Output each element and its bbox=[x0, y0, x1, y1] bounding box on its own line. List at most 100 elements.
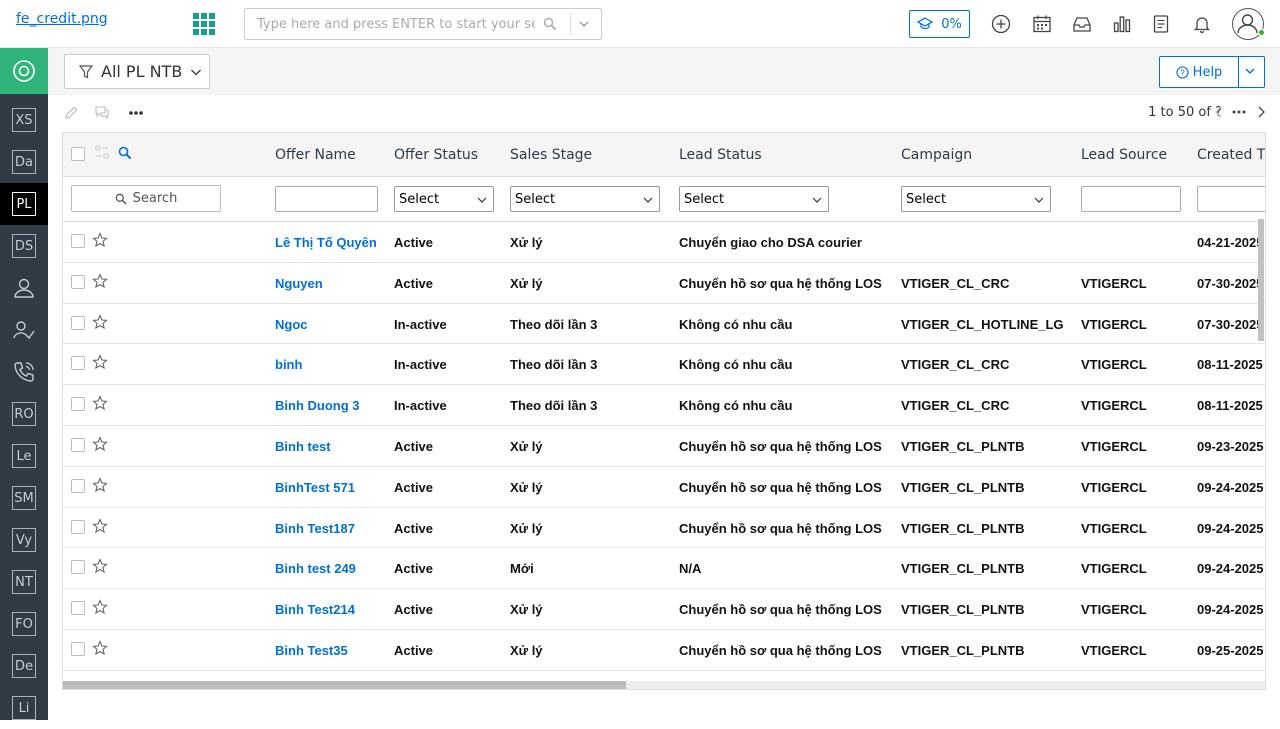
more-icon[interactable] bbox=[1232, 110, 1246, 114]
star-icon[interactable] bbox=[92, 313, 108, 330]
sidebar-item-le[interactable]: Le bbox=[0, 435, 48, 477]
table-row[interactable]: Binh Test214 Active Xử lý Chuyển hồ sơ qua … bbox=[63, 589, 1265, 630]
table-row[interactable]: Binh Test35 Active Xử lý Chuyển hồ sơ qua h… bbox=[63, 630, 1265, 671]
table-row[interactable]: BinhTest 571 Active Xử lý Chuyển hồ sơ qua … bbox=[63, 467, 1265, 508]
cell-offer-name[interactable]: Binh Test214 bbox=[275, 602, 355, 617]
cell-offer-name[interactable]: Binh Duong 3 bbox=[275, 398, 360, 413]
row-checkbox[interactable] bbox=[71, 641, 85, 656]
chevron-left-icon[interactable] bbox=[1214, 106, 1224, 118]
chevron-down-icon[interactable] bbox=[578, 18, 590, 30]
filter-offer-name-input[interactable] bbox=[275, 186, 378, 212]
chevron-right-icon[interactable] bbox=[1256, 106, 1266, 118]
sidebar-item-contacts[interactable] bbox=[0, 267, 48, 309]
plus-circle-icon[interactable] bbox=[991, 14, 1011, 34]
select-all-checkbox[interactable] bbox=[71, 147, 85, 161]
comment-icon[interactable] bbox=[94, 105, 110, 119]
table-row[interactable]: Lê Thị Tố Quyên Active Xử lý Chuyển giao ch… bbox=[63, 222, 1265, 263]
star-icon[interactable] bbox=[92, 436, 108, 452]
row-checkbox[interactable] bbox=[71, 601, 85, 616]
filter-offer-status-select[interactable]: Select bbox=[394, 186, 494, 212]
horizontal-scrollbar[interactable] bbox=[63, 681, 1265, 689]
edit-icon[interactable] bbox=[64, 106, 78, 120]
star-icon[interactable] bbox=[92, 517, 108, 534]
row-checkbox[interactable] bbox=[71, 356, 85, 371]
sidebar-item-da[interactable]: Da bbox=[0, 141, 48, 183]
star-icon[interactable] bbox=[92, 232, 108, 248]
sidebar-item-sm[interactable]: SM bbox=[0, 477, 48, 519]
column-header-offer-name[interactable]: Offer Name bbox=[275, 147, 356, 163]
filter-lead-status-select[interactable]: Select bbox=[679, 186, 829, 212]
row-checkbox[interactable] bbox=[71, 397, 85, 412]
filter-lead-source-input[interactable] bbox=[1081, 186, 1181, 212]
row-checkbox[interactable] bbox=[71, 478, 85, 493]
table-row[interactable]: Binh test 249 Active Mới N/A VTIGER_CL_PLNTB… bbox=[63, 548, 1265, 590]
star-icon[interactable] bbox=[92, 354, 108, 370]
avatar[interactable] bbox=[1232, 8, 1265, 40]
cell-offer-name[interactable]: Binh test bbox=[275, 439, 331, 454]
calendar-icon[interactable] bbox=[1032, 14, 1052, 34]
row-checkbox[interactable] bbox=[71, 234, 85, 248]
logo[interactable]: fe_credit.png bbox=[16, 11, 108, 27]
cell-offer-name[interactable]: Lê Thị Tố Quyên bbox=[275, 235, 377, 250]
star-icon[interactable] bbox=[92, 395, 108, 411]
cell-offer-name[interactable]: binh bbox=[275, 357, 302, 372]
global-search-input[interactable] bbox=[245, 9, 535, 39]
table-row[interactable]: Binh test Active Xử lý Chuyển hồ sơ qua hệ … bbox=[63, 426, 1265, 467]
home-button[interactable] bbox=[0, 48, 48, 94]
cell-offer-name[interactable]: Binh Test187 bbox=[275, 521, 355, 536]
star-icon[interactable] bbox=[92, 640, 108, 656]
sidebar-item-fo[interactable]: FO bbox=[0, 603, 48, 645]
help-button[interactable]: ? Help bbox=[1159, 56, 1265, 88]
cell-offer-name[interactable]: Nguyen bbox=[275, 276, 323, 291]
bell-icon[interactable] bbox=[1192, 14, 1212, 34]
filter-campaign-select[interactable]: Select bbox=[901, 186, 1051, 212]
table-row[interactable]: binh In-active Theo dõi lần 3 Không có nhu … bbox=[63, 344, 1265, 386]
sidebar-item-xs[interactable]: XS bbox=[0, 99, 48, 141]
sidebar-item-ds[interactable]: DS bbox=[0, 225, 48, 267]
star-icon[interactable] bbox=[92, 599, 108, 615]
star-icon[interactable] bbox=[92, 558, 108, 574]
filter-created-time-input[interactable] bbox=[1197, 186, 1265, 212]
column-header-offer-status[interactable]: Offer Status bbox=[394, 147, 478, 163]
star-icon[interactable] bbox=[92, 476, 108, 493]
column-icon[interactable] bbox=[95, 145, 109, 159]
sidebar-item-calls[interactable] bbox=[0, 351, 48, 393]
filter-sales-stage-select[interactable]: Select bbox=[510, 186, 660, 212]
column-header-created-time[interactable]: Created Tim bbox=[1197, 147, 1265, 163]
more-icon[interactable] bbox=[128, 110, 144, 116]
row-checkbox[interactable] bbox=[71, 315, 85, 330]
row-checkbox[interactable] bbox=[71, 274, 85, 289]
inbox-icon[interactable] bbox=[1072, 14, 1092, 34]
cell-offer-name[interactable]: Binh test 249 bbox=[275, 561, 356, 576]
sidebar-item-pl[interactable]: PL bbox=[0, 183, 48, 225]
chevron-down-icon[interactable] bbox=[1244, 65, 1256, 77]
notes-icon[interactable] bbox=[1151, 14, 1171, 34]
column-header-campaign[interactable]: Campaign bbox=[901, 147, 972, 163]
row-checkbox[interactable] bbox=[71, 437, 85, 452]
column-header-lead-status[interactable]: Lead Status bbox=[679, 147, 762, 163]
progress-button[interactable]: 0% bbox=[909, 10, 970, 38]
search-icon[interactable] bbox=[543, 17, 557, 31]
column-header-lead-source[interactable]: Lead Source bbox=[1081, 147, 1167, 163]
search-icon[interactable] bbox=[118, 146, 132, 160]
sidebar-item-vy[interactable]: Vy bbox=[0, 519, 48, 561]
table-row[interactable]: Ngoc In-active Theo dõi lần 3 Không có nhu … bbox=[63, 304, 1265, 345]
table-row[interactable]: Binh Test187 Active Xử lý Chuyển hồ sơ qua … bbox=[63, 508, 1265, 549]
filter-search-button[interactable]: Search bbox=[71, 185, 221, 212]
reports-icon[interactable] bbox=[1112, 14, 1132, 34]
filter-dropdown[interactable]: All PL NTB bbox=[64, 54, 210, 89]
cell-offer-name[interactable]: Ngoc bbox=[275, 317, 308, 332]
sidebar-item-nt[interactable]: NT bbox=[0, 561, 48, 603]
column-header-sales-stage[interactable]: Sales Stage bbox=[510, 147, 592, 163]
row-checkbox[interactable] bbox=[71, 560, 85, 575]
sidebar-item-li[interactable]: Li bbox=[0, 687, 48, 729]
row-checkbox[interactable] bbox=[71, 519, 85, 534]
vertical-scrollbar[interactable] bbox=[1257, 219, 1265, 689]
star-icon[interactable] bbox=[92, 272, 108, 289]
apps-grid-icon[interactable] bbox=[193, 13, 215, 35]
sidebar-item-de[interactable]: De bbox=[0, 645, 48, 687]
sidebar-item-ro[interactable]: RO bbox=[0, 393, 48, 435]
sidebar-item-user-check[interactable] bbox=[0, 309, 48, 351]
cell-offer-name[interactable]: Binh Test35 bbox=[275, 643, 348, 658]
table-row[interactable]: Nguyen Active Xử lý Chuyển hồ sơ qua hệ thố… bbox=[63, 263, 1265, 304]
